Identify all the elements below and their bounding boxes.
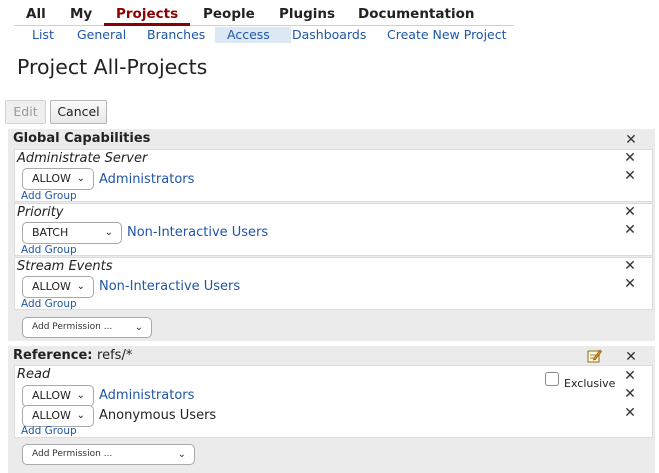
exclusive-checkbox[interactable] [545,372,559,386]
section-title: Global Capabilities [13,131,151,146]
subtab-dashboards[interactable]: Dashboards [280,27,378,43]
close-icon[interactable]: ✕ [623,369,637,383]
action-value: ALLOW [32,409,71,422]
subtab-general[interactable]: General [65,27,138,43]
close-icon[interactable]: ✕ [623,277,637,291]
action-select[interactable]: ALLOW ⌄ [22,405,94,427]
close-icon[interactable]: ✕ [623,387,637,401]
tab-plugins[interactable]: Plugins [267,6,347,24]
close-icon[interactable]: ✕ [623,223,637,237]
close-icon[interactable]: ✕ [624,350,638,364]
action-value: ALLOW [32,172,71,185]
close-icon[interactable]: ✕ [624,133,638,147]
tab-projects[interactable]: Projects [104,6,191,26]
add-permission-select[interactable]: Add Permission ... ⌄ [22,444,195,465]
close-icon[interactable]: ✕ [623,259,637,273]
action-value: ALLOW [32,389,71,402]
tab-people[interactable]: People [191,6,267,24]
chevron-down-icon: ⌄ [104,227,113,238]
subtab-create-new-project[interactable]: Create New Project [375,27,519,43]
sub-menu: List General Branches Access Dashboards … [20,27,520,44]
permission-read: Read Exclusive ✕ ✕ ✕ ALLOW ⌄ Administrat… [14,365,653,438]
action-select[interactable]: ALLOW ⌄ [22,276,94,298]
add-group-link[interactable]: Add Group [21,298,77,310]
permission-name: Administrate Server [17,151,148,166]
tab-documentation[interactable]: Documentation [346,6,486,24]
tab-my[interactable]: My [58,6,104,24]
chevron-down-icon: ⌄ [76,281,85,292]
top-menu: All My Projects People Plugins Documenta… [14,4,514,26]
permission-name: Read [17,367,51,382]
action-select[interactable]: ALLOW ⌄ [22,168,94,190]
chevron-down-icon: ⌄ [177,449,186,460]
chevron-down-icon: ⌄ [76,410,85,421]
chevron-down-icon: ⌄ [134,322,143,333]
exclusive-label: Exclusive [564,377,616,390]
group-name: Anonymous Users [99,408,217,423]
action-value: ALLOW [32,280,71,293]
reference-value: refs/* [97,348,133,363]
add-permission-select[interactable]: Add Permission ... ⌄ [22,317,152,338]
page-title: Project All-Projects [17,55,208,79]
group-link[interactable]: Non-Interactive Users [99,279,240,295]
cancel-button[interactable]: Cancel [50,100,107,124]
add-group-link[interactable]: Add Group [21,190,77,202]
reference-heading: Reference: refs/* [13,348,132,363]
close-icon[interactable]: ✕ [623,151,637,165]
add-permission-value: Add Permission ... [32,322,113,332]
edit-icon[interactable] [587,349,602,363]
edit-button[interactable]: Edit [5,100,46,124]
global-capabilities-section: Global Capabilities ✕ Administrate Serve… [8,129,655,341]
action-select[interactable]: ALLOW ⌄ [22,385,94,407]
permission-administrate-server: Administrate Server ✕ ✕ ALLOW ⌄ Administ… [14,149,653,202]
chevron-down-icon: ⌄ [76,173,85,184]
close-icon[interactable]: ✕ [623,406,637,420]
add-group-link[interactable]: Add Group [21,244,77,256]
add-permission-value: Add Permission ... [32,449,113,459]
chevron-down-icon: ⌄ [76,390,85,401]
permission-stream-events: Stream Events ✕ ✕ ALLOW ⌄ Non-Interactiv… [14,257,653,310]
permission-name: Stream Events [17,259,113,274]
reference-section: Reference: refs/* ✕ Read Exclusive ✕ ✕ ✕… [8,346,655,473]
reference-label: Reference: [13,348,93,363]
add-group-link[interactable]: Add Group [21,425,77,437]
close-icon[interactable]: ✕ [623,205,637,219]
action-value: BATCH [32,226,69,239]
close-icon[interactable]: ✕ [623,169,637,183]
group-link[interactable]: Non-Interactive Users [127,225,268,241]
permission-priority: Priority ✕ ✕ BATCH ⌄ Non-Interactive Use… [14,203,653,256]
subtab-list[interactable]: List [20,27,66,43]
action-select[interactable]: BATCH ⌄ [22,222,122,244]
tab-all[interactable]: All [14,6,58,24]
permission-name: Priority [17,205,64,220]
subtab-branches[interactable]: Branches [135,27,217,43]
group-link[interactable]: Administrators [99,388,194,404]
group-link[interactable]: Administrators [99,172,194,188]
